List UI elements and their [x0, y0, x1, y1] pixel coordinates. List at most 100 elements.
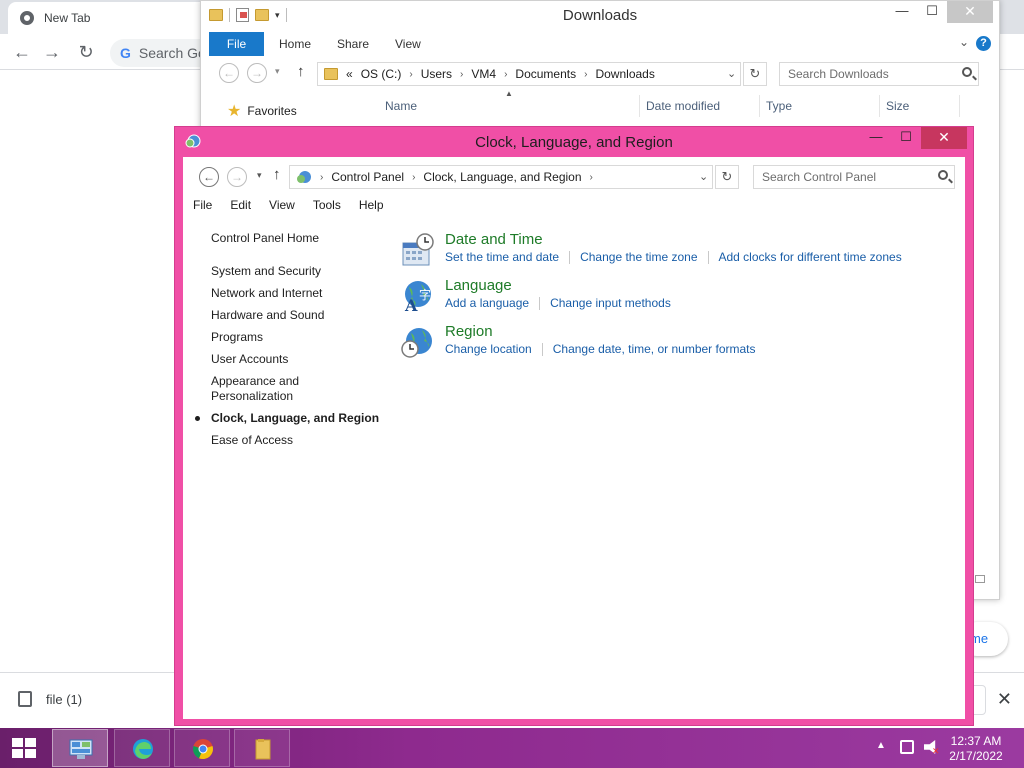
edge-icon: [133, 739, 153, 759]
close-icon[interactable]: ✕: [921, 127, 967, 149]
menu-file[interactable]: File: [183, 193, 221, 217]
star-icon: ★: [227, 103, 242, 120]
explorer-titlebar: ▾ Downloads — ☐ ✕: [201, 1, 999, 31]
column-date-modified[interactable]: Date modified: [646, 99, 720, 113]
address-dropdown-icon[interactable]: ⌄: [727, 67, 736, 80]
link-separator: [541, 342, 543, 356]
back-arrow-icon[interactable]: ←: [199, 167, 219, 187]
maximize-icon[interactable]: ☐: [917, 1, 947, 23]
breadcrumb-overflow[interactable]: «: [346, 67, 353, 81]
nav-programs[interactable]: Programs: [211, 330, 381, 345]
forward-arrow-icon[interactable]: →: [227, 167, 247, 187]
active-bullet-icon: [195, 416, 200, 421]
ribbon-expand-icon[interactable]: ⌄: [959, 35, 969, 49]
ribbon-tab-file[interactable]: File: [209, 32, 264, 56]
details-view-icon[interactable]: [975, 575, 985, 583]
refresh-icon[interactable]: ↻: [743, 62, 767, 86]
breadcrumb-item[interactable]: Users: [421, 67, 452, 81]
back-arrow-icon[interactable]: ←: [219, 63, 239, 83]
chevron-right-icon: ›: [409, 68, 413, 80]
date-and-time-title[interactable]: Date and Time: [445, 231, 961, 249]
breadcrumb-item[interactable]: Clock, Language, and Region: [423, 170, 581, 184]
menu-edit[interactable]: Edit: [221, 193, 260, 217]
link-change-time-zone[interactable]: Change the time zone: [580, 250, 697, 264]
nav-system-and-security[interactable]: System and Security: [211, 264, 381, 279]
taskbar-file-explorer[interactable]: [234, 729, 290, 767]
taskbar-clock[interactable]: 12:37 AM 2/17/2022: [944, 734, 1008, 764]
link-change-input-methods[interactable]: Change input methods: [550, 296, 671, 310]
column-type[interactable]: Type: [766, 99, 792, 113]
ribbon-tab-view[interactable]: View: [395, 32, 421, 56]
close-icon[interactable]: ✕: [947, 1, 993, 23]
nav-control-panel-home[interactable]: Control Panel Home: [211, 231, 381, 246]
section-date-and-time: Date and Time Set the time and date Chan…: [401, 231, 961, 277]
region-title[interactable]: Region: [445, 323, 961, 341]
search-placeholder: Search Control Panel: [762, 170, 877, 184]
ribbon-tab-home[interactable]: Home: [279, 32, 311, 56]
menu-tools[interactable]: Tools: [304, 193, 350, 217]
link-set-time-date[interactable]: Set the time and date: [445, 250, 559, 264]
language-title[interactable]: Language: [445, 277, 961, 295]
refresh-icon[interactable]: ↻: [715, 165, 739, 189]
globe-clock-icon: [401, 328, 432, 358]
nav-hardware-and-sound[interactable]: Hardware and Sound: [211, 308, 381, 323]
network-icon[interactable]: [900, 740, 914, 754]
menu-help[interactable]: Help: [350, 193, 393, 217]
nav-ease-of-access[interactable]: Ease of Access: [211, 433, 381, 448]
menu-view[interactable]: View: [260, 193, 304, 217]
taskbar-control-panel[interactable]: [52, 729, 108, 767]
chrome-tab-title: New Tab: [44, 11, 91, 25]
up-arrow-icon[interactable]: ↑: [297, 63, 305, 80]
chrome-tab-new-tab[interactable]: New Tab: [8, 2, 208, 34]
reload-icon[interactable]: ↻: [74, 40, 98, 64]
column-headers: ▲ Name Date modified Type Size: [381, 89, 981, 117]
minimize-icon[interactable]: —: [887, 1, 917, 23]
help-icon[interactable]: ?: [976, 36, 991, 51]
column-name[interactable]: Name: [385, 99, 417, 113]
ribbon-tabs: File Home Share View ⌄ ?: [209, 32, 999, 56]
column-divider: [639, 95, 640, 117]
search-control-panel-input[interactable]: Search Control Panel: [753, 165, 955, 189]
address-dropdown-icon[interactable]: ⌄: [699, 170, 708, 183]
chevron-right-icon: ›: [589, 171, 593, 183]
nav-user-accounts[interactable]: User Accounts: [211, 352, 381, 367]
link-add-language[interactable]: Add a language: [445, 296, 529, 310]
search-downloads-input[interactable]: Search Downloads: [779, 62, 979, 86]
link-change-location[interactable]: Change location: [445, 342, 532, 356]
chevron-right-icon: ›: [412, 171, 416, 183]
control-panel-icon: [297, 171, 311, 183]
download-item[interactable]: file (1): [18, 691, 82, 707]
taskbar-chrome[interactable]: [174, 729, 230, 767]
chrome-logo-icon: [20, 11, 34, 25]
show-hidden-icons-icon[interactable]: ▲: [876, 740, 886, 751]
address-bar[interactable]: « OS (C:) › Users › VM4 › Documents › Do…: [317, 62, 741, 86]
nav-clock-language-region[interactable]: Clock, Language, and Region: [195, 411, 381, 426]
ribbon-tab-share[interactable]: Share: [337, 32, 369, 56]
breadcrumb-item[interactable]: VM4: [471, 67, 496, 81]
clock-date: 2/17/2022: [949, 749, 1003, 763]
nav-pane-favorites[interactable]: ★ Favorites: [227, 101, 297, 121]
link-change-formats[interactable]: Change date, time, or number formats: [553, 342, 756, 356]
forward-arrow-icon[interactable]: →: [40, 40, 64, 64]
recent-locations-icon[interactable]: ▾: [257, 170, 262, 181]
maximize-icon[interactable]: ☐: [891, 127, 921, 149]
close-icon[interactable]: ✕: [997, 689, 1012, 710]
nav-network-and-internet[interactable]: Network and Internet: [211, 286, 381, 301]
nav-appearance-and-personalization[interactable]: Appearance and Personalization: [211, 374, 321, 404]
back-arrow-icon[interactable]: ←: [10, 40, 34, 64]
breadcrumb-item[interactable]: Documents: [515, 67, 576, 81]
column-size[interactable]: Size: [886, 99, 909, 113]
up-arrow-icon[interactable]: ↑: [273, 166, 281, 183]
section-region: Region Change location Change date, time…: [401, 323, 961, 369]
breadcrumb-item[interactable]: Control Panel: [331, 170, 404, 184]
windows-start-icon[interactable]: [12, 738, 38, 760]
minimize-icon[interactable]: —: [861, 127, 891, 149]
forward-arrow-icon[interactable]: →: [247, 63, 267, 83]
breadcrumb-item[interactable]: OS (C:): [361, 67, 402, 81]
taskbar-edge[interactable]: [114, 729, 170, 767]
cp-address-bar[interactable]: › Control Panel › Clock, Language, and R…: [289, 165, 713, 189]
link-add-clocks[interactable]: Add clocks for different time zones: [719, 250, 902, 264]
recent-locations-icon[interactable]: ▾: [275, 66, 280, 77]
breadcrumb-item[interactable]: Downloads: [595, 67, 654, 81]
chevron-right-icon: ›: [320, 171, 324, 183]
